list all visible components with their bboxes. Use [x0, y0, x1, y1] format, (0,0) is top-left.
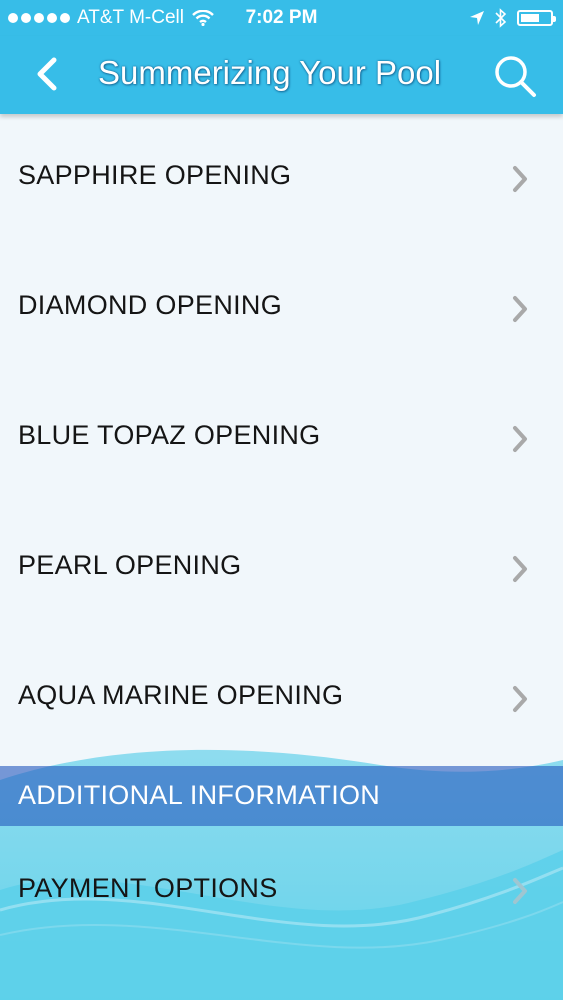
list-item-sapphire-opening[interactable]: SAPPHIRE OPENING — [0, 114, 563, 244]
list-item-pearl-opening[interactable]: PEARL OPENING — [0, 504, 563, 634]
section-header-label: ADDITIONAL INFORMATION — [18, 780, 381, 810]
list-item-label: SAPPHIRE OPENING — [18, 160, 292, 190]
chevron-right-icon — [513, 686, 527, 712]
navigation-bar: Summerizing Your Pool — [0, 36, 563, 114]
battery-icon — [517, 10, 556, 26]
list-item-label: DIAMOND OPENING — [18, 290, 283, 320]
list-item-diamond-opening[interactable]: DIAMOND OPENING — [0, 244, 563, 374]
list-item-label: AQUA MARINE OPENING — [18, 680, 344, 710]
opening-packages-list: SAPPHIRE OPENING DIAMOND OPENING BLUE TO… — [0, 114, 563, 764]
page-title: Summerizing Your Pool — [98, 54, 442, 91]
list-item-label: BLUE TOPAZ OPENING — [18, 420, 321, 450]
list-item-label: PEARL OPENING — [18, 550, 242, 580]
chevron-right-icon — [513, 878, 527, 904]
chevron-right-icon — [513, 166, 527, 192]
status-right — [469, 8, 556, 28]
chevron-right-icon — [513, 556, 527, 582]
search-icon — [495, 56, 536, 97]
back-button[interactable] — [28, 54, 68, 94]
chevron-right-icon — [513, 426, 527, 452]
bluetooth-icon — [495, 8, 507, 28]
section-header-additional-information: ADDITIONAL INFORMATION — [0, 766, 563, 826]
search-button[interactable] — [492, 53, 538, 99]
status-bar: AT&T M-Cell 7:02 PM — [0, 0, 563, 36]
chevron-left-icon — [37, 57, 57, 91]
location-arrow-icon — [470, 11, 484, 25]
list-item-label: PAYMENT OPTIONS — [18, 873, 278, 903]
list-item-payment-options[interactable]: PAYMENT OPTIONS — [0, 826, 563, 956]
chevron-right-icon — [513, 296, 527, 322]
list-item-blue-topaz-opening[interactable]: BLUE TOPAZ OPENING — [0, 374, 563, 504]
